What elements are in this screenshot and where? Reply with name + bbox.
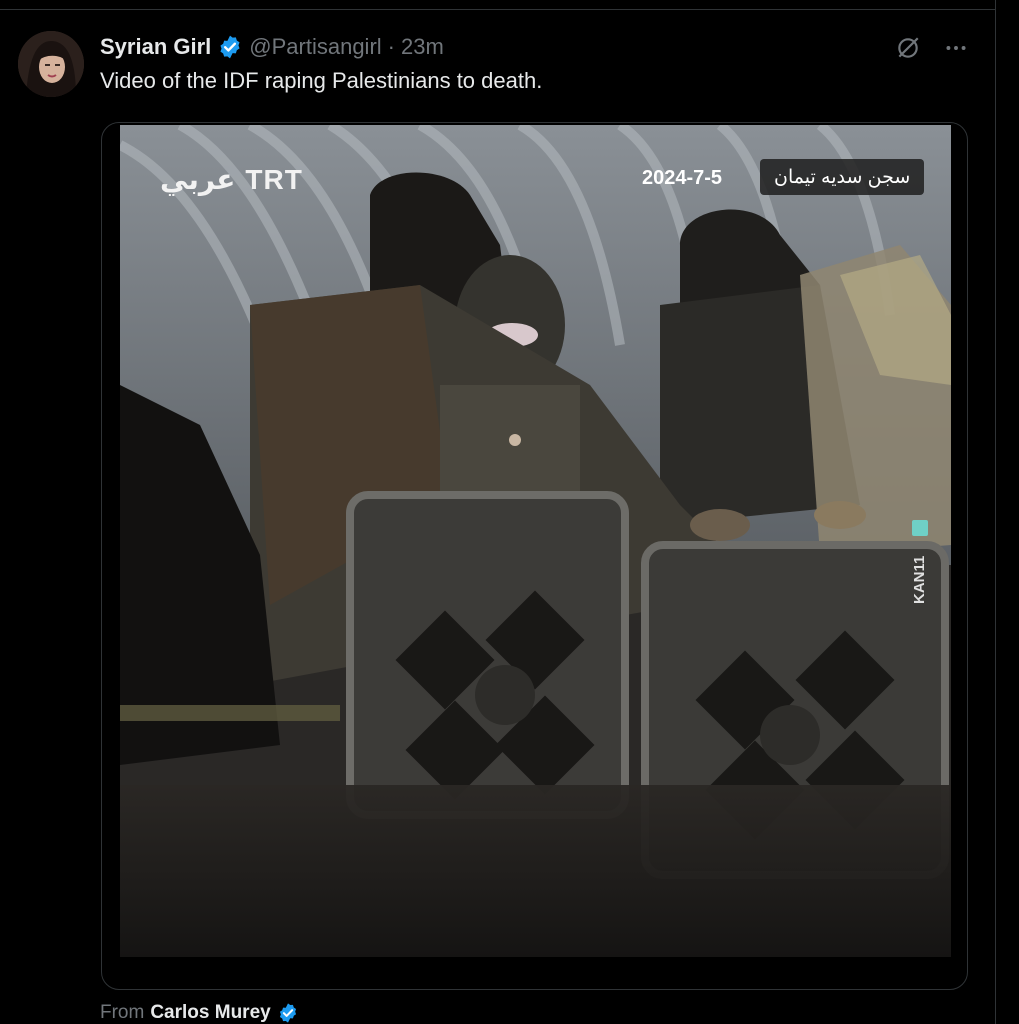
avatar[interactable] — [18, 31, 84, 97]
verified-badge-icon — [217, 34, 243, 60]
kan-watermark-text: KAN11 — [911, 555, 928, 604]
separator-dot: · — [387, 34, 395, 59]
author-handle[interactable]: @Partisangirl — [249, 34, 381, 60]
video-player[interactable]: عربي TRT 2024-7-5 سجن سديه تيمان KAN11 — [120, 125, 951, 957]
tweet-header: Syrian Girl @Partisangirl · 23m — [100, 32, 444, 62]
media-card[interactable]: عربي TRT 2024-7-5 سجن سديه تيمان KAN11 — [101, 122, 968, 990]
video-logo-latin: TRT — [245, 163, 303, 195]
kan-logo-square — [912, 520, 928, 536]
media-source: From Carlos Murey — [100, 1002, 299, 1024]
tweet-page: Syrian Girl @Partisangirl · 23m Video of… — [0, 0, 1019, 1024]
avatar-image — [18, 31, 84, 97]
kan-watermark: KAN11 — [908, 520, 938, 620]
author-name[interactable]: Syrian Girl — [100, 34, 211, 60]
source-name[interactable]: Carlos Murey — [150, 1002, 270, 1024]
video-frame — [120, 125, 951, 957]
more-icon[interactable] — [941, 33, 971, 63]
divider — [0, 9, 996, 10]
video-logo-arabic: عربي — [160, 164, 236, 195]
video-logo: عربي TRT — [160, 163, 303, 196]
video-caption: سجن سديه تيمان — [760, 159, 925, 195]
from-label: From — [100, 1002, 145, 1023]
tweet-time[interactable]: 23m — [401, 34, 444, 60]
grok-icon[interactable] — [893, 33, 923, 63]
verified-badge-icon — [277, 1002, 299, 1024]
tweet-actions-top — [893, 33, 971, 63]
tweet-text: Video of the IDF raping Palestinians to … — [100, 68, 543, 93]
video-date: 2024-7-5 — [642, 167, 723, 189]
